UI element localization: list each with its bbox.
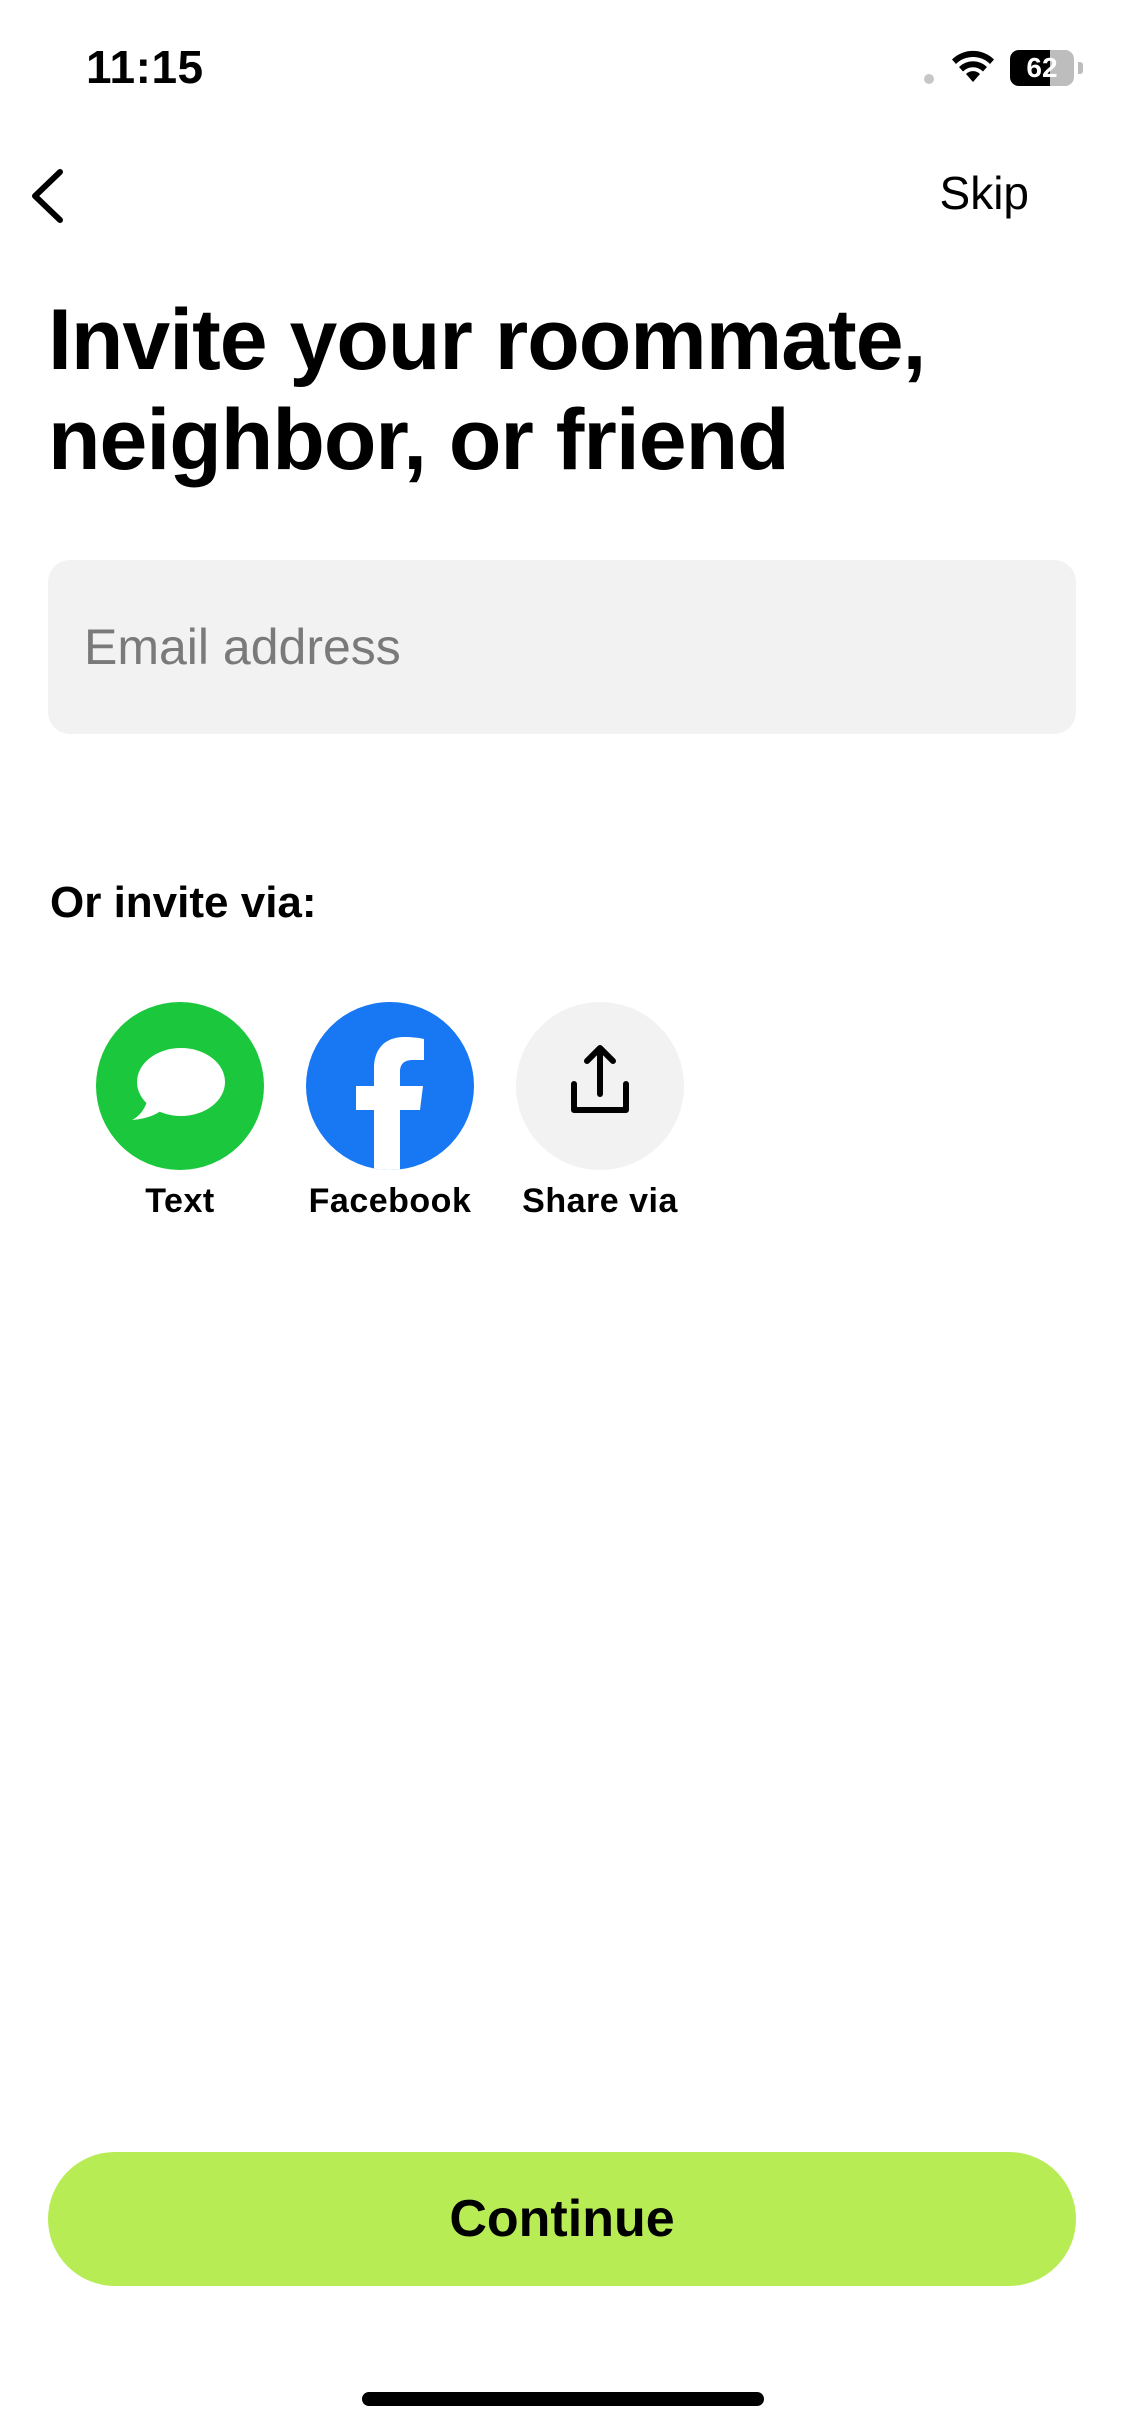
share-option-text[interactable]: Text (75, 1002, 285, 1242)
status-dot (924, 74, 934, 84)
page-title: Invite your roommate, neighbor, or frien… (48, 292, 926, 488)
wifi-icon (952, 50, 994, 82)
home-indicator (362, 2392, 764, 2406)
email-field[interactable] (48, 560, 1076, 734)
battery-body: 62 (1010, 50, 1074, 86)
facebook-icon (356, 1037, 424, 1170)
share-option-facebook[interactable]: Facebook (285, 1002, 495, 1242)
share-icon (571, 1045, 629, 1113)
text-share-button[interactable] (96, 1002, 264, 1170)
chevron-left-icon (32, 169, 63, 223)
share-option-share-via[interactable]: Share via (495, 1002, 705, 1242)
skip-button[interactable]: Skip (940, 166, 1029, 220)
battery-level: 62 (1026, 52, 1058, 83)
continue-button[interactable]: Continue (48, 2152, 1076, 2286)
share-option-label: Facebook (308, 1182, 472, 1220)
message-bubble-icon (132, 1048, 225, 1120)
share-via-button[interactable] (516, 1002, 684, 1170)
status-bar: 11:15 62 (0, 0, 1125, 140)
facebook-share-button[interactable] (306, 1002, 474, 1170)
share-option-label: Text (145, 1182, 215, 1220)
battery-indicator: 62 (1010, 50, 1083, 86)
battery-cap (1078, 62, 1083, 74)
invite-via-label: Or invite via: (50, 878, 317, 927)
share-option-label: Share via (522, 1182, 678, 1220)
status-time: 11:15 (86, 41, 204, 93)
back-button[interactable] (18, 160, 88, 230)
